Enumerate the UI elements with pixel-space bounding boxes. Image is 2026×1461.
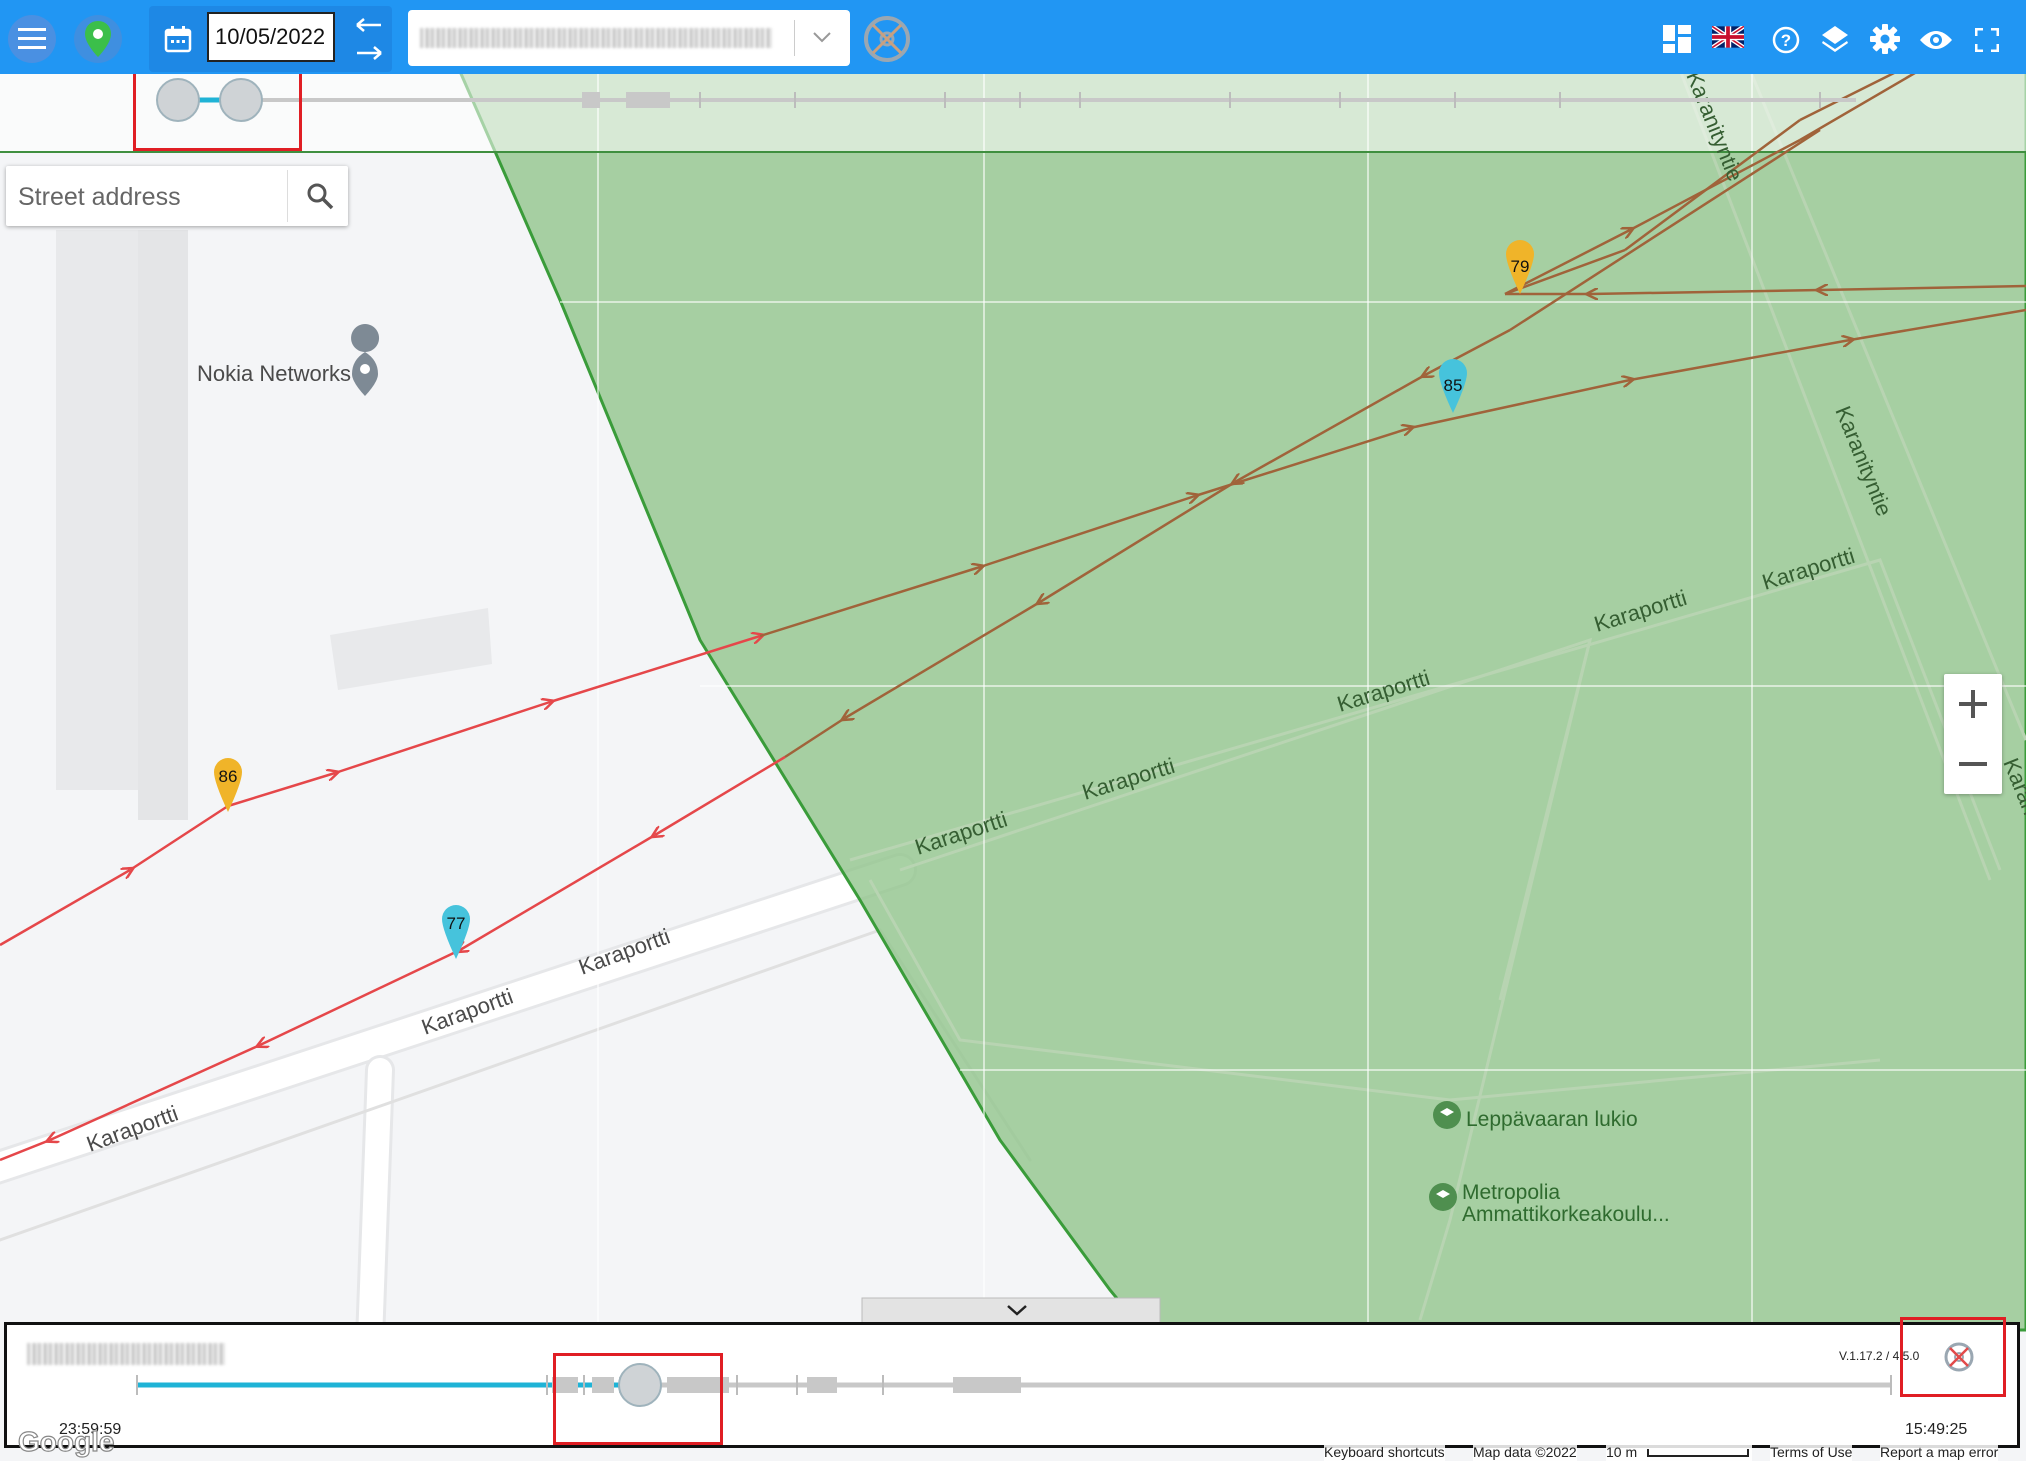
svg-text:85: 85 <box>1444 376 1463 395</box>
arrow-right-icon <box>357 46 382 60</box>
calendar-icon <box>164 26 192 53</box>
poi-label: Nokia Networks <box>197 361 351 386</box>
zoom-in-button[interactable] <box>1944 674 2002 734</box>
search-icon <box>307 183 334 210</box>
annotation-highlight <box>1900 1317 2006 1397</box>
date-input[interactable] <box>207 12 335 62</box>
report-map-error-link[interactable]: Report a map error <box>1880 1444 1999 1461</box>
google-logo: Google <box>17 1425 115 1457</box>
annotation-highlight <box>553 1353 723 1445</box>
zoom-out-button[interactable] <box>1944 734 2002 794</box>
visibility-icon <box>1920 31 1952 49</box>
redacted-device-name <box>420 28 772 48</box>
language-button[interactable] <box>1710 24 1746 50</box>
plus-icon <box>1959 690 1987 718</box>
steering-wheel-icon <box>864 16 910 62</box>
dashboard-button[interactable] <box>1660 22 1694 56</box>
location-button[interactable] <box>74 15 122 63</box>
building <box>138 230 188 820</box>
layers-button[interactable] <box>1816 20 1854 58</box>
scale-label[interactable]: 10 m <box>1606 1444 1752 1461</box>
collapse-panel-tab <box>861 1297 1161 1325</box>
address-search <box>6 166 348 226</box>
settings-button[interactable] <box>1866 20 1904 58</box>
calendar-button[interactable] <box>159 20 197 58</box>
svg-text:77: 77 <box>447 914 466 933</box>
terms-of-use-link[interactable]: Terms of Use <box>1770 1444 1853 1461</box>
menu-button[interactable] <box>8 15 56 63</box>
next-day-button[interactable] <box>349 40 389 66</box>
poi-label: Ammattikorkeakoulu... <box>1462 1203 1670 1226</box>
zoom-control <box>1944 674 2002 794</box>
menu-icon <box>18 28 46 49</box>
location-pin-icon <box>85 21 111 57</box>
dashboard-layout-icon <box>1663 25 1691 53</box>
layers-icon <box>1822 26 1848 52</box>
help-icon: ? <box>1772 26 1800 54</box>
help-button[interactable]: ? <box>1768 22 1804 58</box>
bottom-timeline-panel: V.1.17.2 / 4.5.0 23:59:59 15:49:25 <box>4 1322 2020 1448</box>
timeline-end-time: 15:49:25 <box>1905 1421 1968 1438</box>
redacted-device-label <box>27 1343 225 1365</box>
svg-text:86: 86 <box>219 767 238 786</box>
fullscreen-button[interactable] <box>1970 24 2004 56</box>
svg-text:?: ? <box>1781 31 1791 50</box>
uk-flag-icon <box>1712 26 1744 48</box>
street-address-input[interactable] <box>16 170 290 224</box>
minus-icon <box>1959 762 1987 766</box>
scale-text: 10 m <box>1606 1444 1638 1460</box>
arrow-left-icon <box>356 18 381 32</box>
fullscreen-icon <box>1975 28 1999 52</box>
search-button[interactable] <box>302 178 338 214</box>
settings-icon <box>1870 24 1900 54</box>
previous-day-button[interactable] <box>349 12 389 38</box>
scale-bar <box>1647 1449 1750 1458</box>
device-select[interactable] <box>408 10 850 66</box>
visibility-button[interactable] <box>1916 22 1956 58</box>
keyboard-shortcuts-link[interactable]: Keyboard shortcuts <box>1324 1444 1445 1461</box>
steering-wheel-button[interactable] <box>862 14 912 64</box>
chevron-down-icon <box>813 32 831 43</box>
poi-label: Metropolia <box>1462 1181 1560 1204</box>
svg-text:79: 79 <box>1511 257 1530 276</box>
poi-label: Leppävaaran lukio <box>1466 1108 1638 1131</box>
timeline-track[interactable] <box>7 1365 2017 1405</box>
map-data-label: Map data ©2022 <box>1473 1444 1577 1461</box>
